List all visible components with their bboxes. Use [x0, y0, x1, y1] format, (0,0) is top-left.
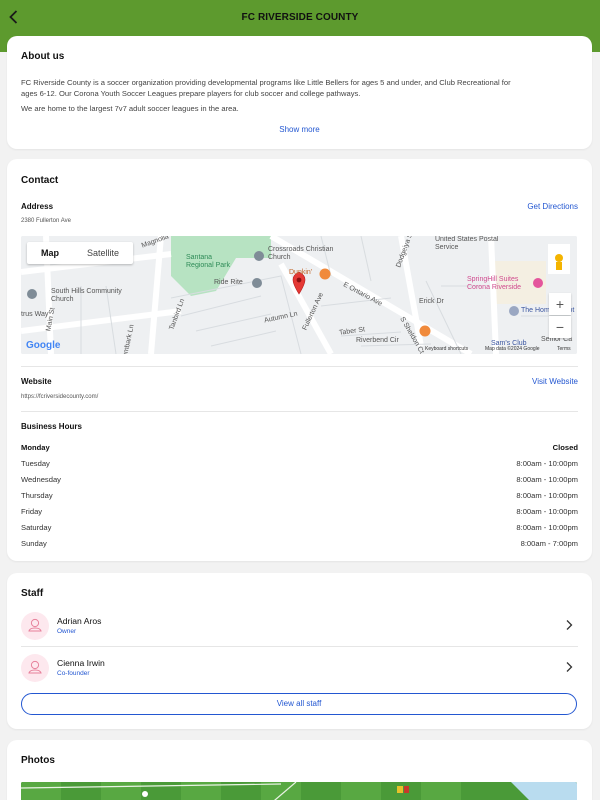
website-label: Website [21, 377, 52, 386]
hours-row: Friday 8:00am - 10:00pm [21, 507, 578, 521]
visit-website-link[interactable]: Visit Website [532, 377, 578, 386]
divider [21, 366, 578, 367]
photo-image [21, 782, 577, 800]
hours-row: Tuesday 8:00am - 10:00pm [21, 459, 578, 473]
contact-title: Contact [21, 175, 59, 186]
hours-time: 8:00am - 10:00pm [516, 475, 578, 484]
hours-day: Wednesday [21, 475, 61, 484]
staff-title: Staff [21, 588, 44, 599]
map-label-santana: Santana Regional Park [186, 254, 230, 269]
hours-day: Thursday [21, 491, 53, 500]
view-all-staff-button[interactable]: View all staff [21, 693, 577, 715]
hours-day: Monday [21, 443, 50, 452]
divider [21, 411, 578, 412]
map-widget[interactable]: Map Satellite Magnolia Santana Regional … [21, 236, 577, 354]
keyboard-shortcuts-link[interactable]: Keyboard shortcuts [425, 346, 468, 352]
map-tab-map[interactable]: Map [27, 242, 73, 264]
hours-day: Friday [21, 507, 43, 516]
avatar-icon [28, 660, 42, 674]
address-label: Address [21, 202, 54, 211]
photos-card: Photos [7, 740, 592, 800]
map-label-dunkin: Dunkin' [289, 269, 313, 276]
about-card: About us FC Riverside County is a soccer… [7, 36, 592, 149]
about-paragraph-line-2: ages 6-12. Our Corona Youth Soccer Leagu… [21, 89, 361, 98]
hours-row: Wednesday 8:00am - 10:00pm [21, 475, 578, 489]
map-data-attribution: Map data ©2024 Google [485, 346, 540, 352]
map-label-riverbend: Riverbend Cir [356, 337, 399, 344]
hours-time: 8:00am - 10:00pm [516, 523, 578, 532]
map-label-south-hills: South Hills Community Church [51, 288, 122, 303]
hours-row: Sunday 8:00am - 7:00pm [21, 539, 578, 553]
hours-day: Sunday [21, 539, 47, 548]
photos-title: Photos [21, 755, 55, 766]
map-type-tabs: Map Satellite [27, 242, 134, 264]
avatar-icon [28, 618, 42, 632]
map-label-springhill: SpringHill Suites Corona Riverside [467, 276, 522, 291]
hours-row: Saturday 8:00am - 10:00pm [21, 523, 578, 537]
hours-time: 8:00am - 10:00pm [516, 459, 578, 468]
divider [21, 646, 578, 647]
hours-time: Closed [552, 443, 578, 452]
show-more-link[interactable]: Show more [7, 125, 592, 134]
contact-card: Contact Address 2380 Fullerton Ave Get D… [7, 159, 592, 561]
page-title: FC RIVERSIDE COUNTY [241, 12, 359, 23]
avatar [21, 654, 49, 682]
photo-thumbnail[interactable] [21, 782, 577, 800]
hours-time: 8:00am - 10:00pm [516, 491, 578, 500]
zoom-in-button[interactable]: + [549, 293, 571, 315]
staff-row[interactable]: Adrian Aros Owner [21, 610, 578, 646]
chevron-right-icon[interactable] [564, 661, 574, 673]
staff-card: Staff Adrian Aros Owner Cienna Irwin Co-… [7, 573, 592, 729]
map-label-crossroads: Crossroads Christian Church [268, 246, 334, 261]
hours-time: 8:00am - 7:00pm [520, 539, 578, 548]
staff-name: Cienna Irwin [57, 658, 105, 668]
address-value: 2380 Fullerton Ave [21, 218, 71, 224]
google-logo: Google [26, 340, 61, 351]
map-tab-satellite[interactable]: Satellite [73, 242, 133, 264]
map-terms-link[interactable]: Terms [557, 346, 571, 352]
chevron-right-icon[interactable] [564, 619, 574, 631]
staff-role: Owner [57, 628, 77, 635]
hours-row: Thursday 8:00am - 10:00pm [21, 491, 578, 505]
staff-role: Co-founder [57, 670, 90, 677]
about-title: About us [21, 51, 65, 62]
hours-time: 8:00am - 10:00pm [516, 507, 578, 516]
about-paragraph-line-1: FC Riverside County is a soccer organiza… [21, 78, 511, 87]
map-label-erick: Erick Dr [419, 298, 444, 305]
business-hours-label: Business Hours [21, 422, 82, 431]
hours-row: Monday Closed [21, 443, 578, 457]
get-directions-link[interactable]: Get Directions [527, 202, 578, 211]
hours-day: Saturday [21, 523, 52, 532]
zoom-out-button[interactable]: − [549, 316, 571, 338]
website-value[interactable]: https://fcriversidecounty.com/ [21, 394, 98, 400]
map-label-postal: United States Postal Service [435, 236, 499, 251]
map-label-trus: trus Way [21, 311, 49, 318]
hours-day: Tuesday [21, 459, 50, 468]
staff-row[interactable]: Cienna Irwin Co-founder [21, 652, 578, 688]
map-label-ride-rite: Ride Rite [214, 279, 243, 286]
staff-name: Adrian Aros [57, 616, 102, 626]
about-paragraph-2: We are home to the largest 7v7 adult soc… [21, 104, 239, 113]
avatar [21, 612, 49, 640]
